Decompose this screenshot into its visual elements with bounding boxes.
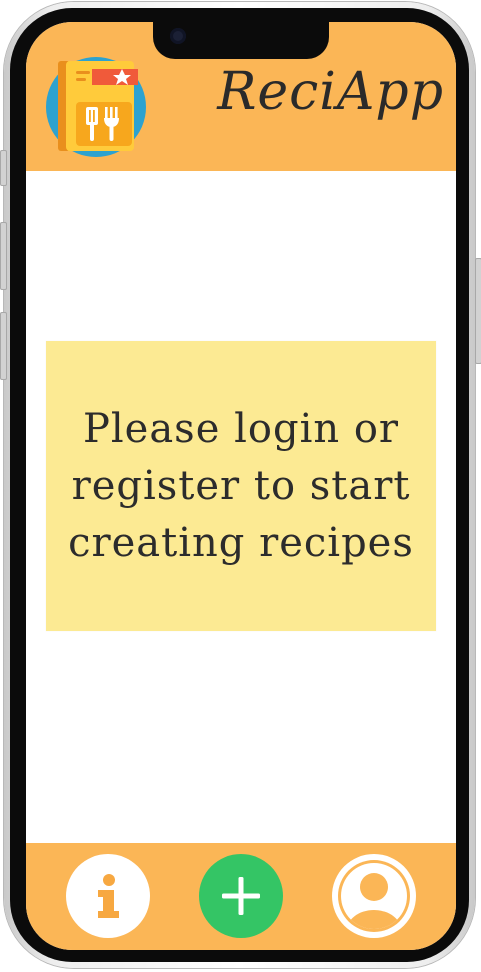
app-title: ReciApp [217, 62, 444, 122]
recipe-book-icon [46, 57, 146, 157]
volume-up-button [0, 222, 7, 290]
app-screen: ReciApp Please login or register to star… [26, 22, 456, 950]
user-icon [338, 860, 410, 932]
mute-switch [0, 150, 7, 186]
info-button[interactable] [66, 854, 150, 938]
bottom-nav [26, 843, 456, 950]
info-icon [98, 874, 119, 918]
phone-device: ReciApp Please login or register to star… [0, 0, 481, 972]
add-recipe-button[interactable] [199, 854, 283, 938]
front-camera [170, 28, 186, 44]
login-prompt-card: Please login or register to start creati… [46, 341, 436, 631]
login-prompt-text: Please login or register to start creati… [68, 405, 414, 566]
plus-icon [222, 877, 260, 915]
power-button [475, 258, 481, 364]
volume-down-button [0, 312, 7, 380]
profile-button[interactable] [332, 854, 416, 938]
